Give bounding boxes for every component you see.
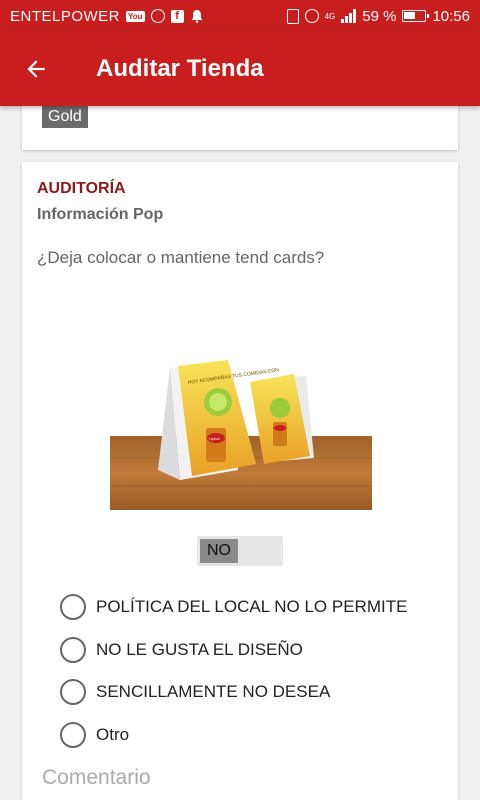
tent-card-illustration: HOY ACOMPAÑAS TUS COMIDAS CON Lipton [110, 360, 372, 510]
battery-percent: 59 % [362, 7, 397, 25]
toggle-value: NO [200, 539, 238, 563]
arrow-left-icon [27, 60, 45, 78]
question-text: ¿Deja colocar o mantiene tend cards? [37, 248, 325, 267]
vibrate-icon [286, 8, 299, 24]
alarm-icon [304, 9, 319, 23]
back-button[interactable] [0, 32, 72, 106]
option-no-desea[interactable]: SENCILLAMENTE NO DESEA [60, 671, 450, 714]
radio-button[interactable] [60, 721, 86, 748]
radio-button[interactable] [60, 636, 86, 663]
signal-icon [341, 9, 357, 23]
network-type-icon: 4G [324, 11, 336, 21]
radio-button[interactable] [60, 594, 86, 621]
answer-toggle[interactable]: NO [197, 536, 283, 566]
youtube-icon: You [126, 10, 145, 22]
store-tier-badge: Gold [42, 106, 88, 128]
notification-bell-icon [190, 9, 204, 23]
clock: 10:56 [432, 7, 470, 25]
option-no-le-gusta[interactable]: NO LE GUSTA EL DISEÑO [60, 629, 450, 672]
option-otro[interactable]: Otro [60, 714, 450, 757]
reason-options: POLÍTICA DEL LOCAL NO LO PERMITE NO LE G… [60, 586, 450, 756]
audit-card: AUDITORÍA Información Pop ¿Deja colocar … [22, 162, 458, 800]
option-politica[interactable]: POLÍTICA DEL LOCAL NO LO PERMITE [60, 586, 450, 629]
brand-label: Lipton [209, 436, 220, 441]
comment-input[interactable] [42, 762, 438, 800]
facebook-icon: f [170, 9, 184, 23]
carrier-name: ENTELPOWER [10, 7, 121, 25]
app-bar: Auditar Tienda [0, 32, 480, 106]
comment-field [42, 762, 438, 800]
battery-icon [402, 10, 430, 22]
section-title: AUDITORÍA [37, 180, 126, 197]
option-label: SENCILLAMENTE NO DESEA [96, 682, 331, 702]
radio-button[interactable] [60, 679, 86, 706]
option-label: POLÍTICA DEL LOCAL NO LO PERMITE [96, 597, 408, 617]
option-label: NO LE GUSTA EL DISEÑO [96, 639, 303, 659]
whatsapp-icon [150, 9, 165, 23]
section-subtitle: Información Pop [37, 206, 164, 223]
option-label: Otro [96, 724, 130, 744]
battery-level [404, 12, 416, 19]
page-title: Auditar Tienda [96, 55, 264, 82]
status-bar: ENTELPOWER You f 4G 59 % 10:56 [0, 0, 480, 32]
